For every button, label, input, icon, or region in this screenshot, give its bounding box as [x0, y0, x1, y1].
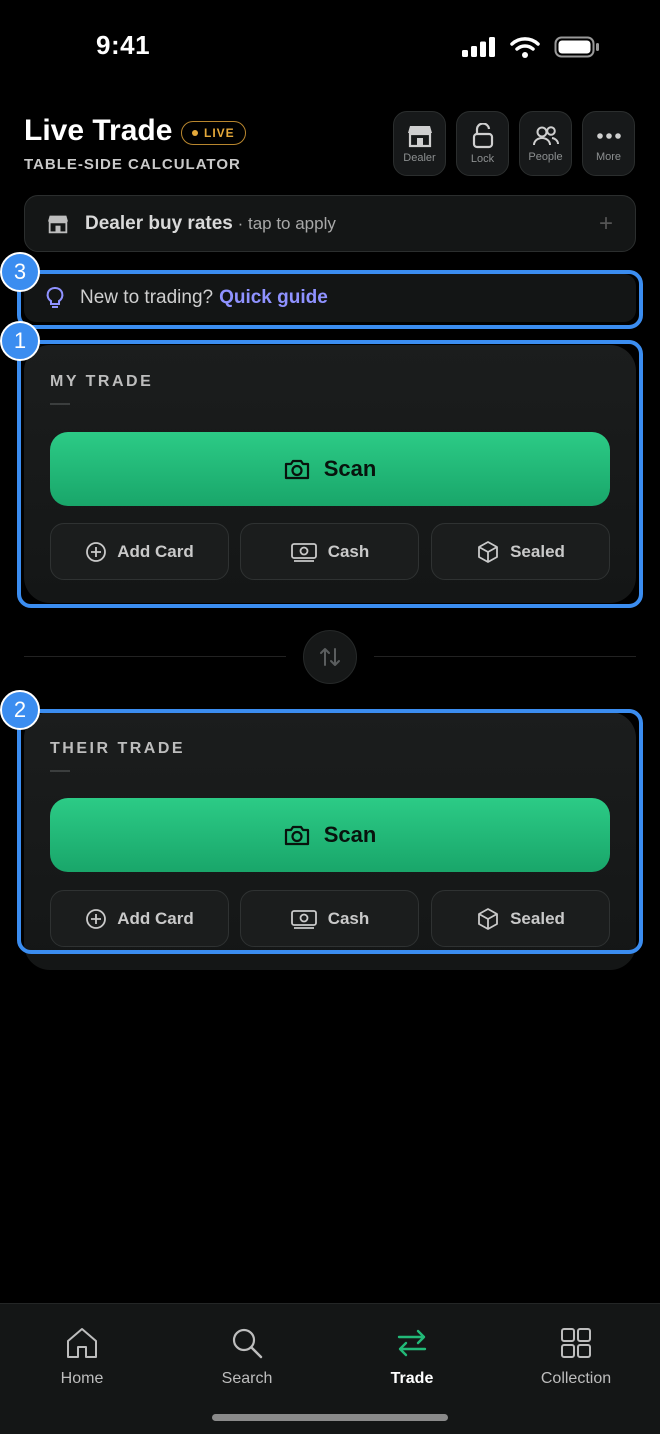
signal-icon [462, 37, 495, 57]
dealer-button-label: Dealer [403, 151, 436, 164]
tab-home-label: Home [60, 1370, 104, 1387]
tab-search[interactable]: Search [187, 1326, 307, 1388]
live-badge: LIVE [181, 121, 246, 145]
dealer-rates-hint: tap to apply [247, 213, 336, 233]
home-indicator[interactable] [212, 1414, 448, 1421]
dealer-rates-bar[interactable]: Dealer buy rates · tap to apply + [24, 195, 636, 252]
page-subtitle: TABLE-SIDE CALCULATOR [24, 156, 241, 173]
live-dot [192, 130, 198, 136]
divider-right [374, 656, 636, 657]
divider-left [24, 656, 286, 657]
swap-sides-button[interactable] [303, 630, 357, 684]
people-button[interactable]: People [519, 111, 572, 176]
page-title: Live Trade [24, 114, 173, 147]
trade-arrows-icon [397, 1329, 427, 1357]
search-icon [232, 1328, 263, 1359]
annotation-highlight-1 [17, 340, 643, 608]
dealer-button[interactable]: Dealer [393, 111, 446, 176]
more-button-label: More [595, 150, 622, 163]
annotation-highlight-3 [17, 270, 643, 329]
store-icon [48, 215, 68, 233]
swap-vertical-icon [320, 648, 340, 666]
annotation-highlight-2 [17, 709, 643, 954]
lock-button-label: Lock [470, 152, 495, 165]
live-badge-label: LIVE [204, 126, 235, 140]
tab-trade[interactable]: Trade [352, 1326, 472, 1388]
annotation-badge-2: 2 [0, 690, 40, 730]
status-icons [462, 36, 600, 58]
status-time: 9:41 [96, 30, 151, 60]
people-icon [532, 125, 559, 145]
more-button[interactable]: More [582, 111, 635, 176]
battery-icon [554, 36, 599, 58]
annotation-badge-3: 3 [0, 252, 40, 292]
add-rate-button[interactable]: + [599, 210, 613, 238]
lock-button[interactable]: Lock [456, 111, 509, 176]
home-icon [67, 1328, 97, 1358]
more-icon [596, 132, 621, 139]
tab-collection-label: Collection [540, 1370, 612, 1387]
tab-trade-label: Trade [390, 1370, 434, 1387]
people-button-label: People [528, 150, 563, 163]
tab-home[interactable]: Home [22, 1326, 142, 1388]
tab-search-label: Search [221, 1370, 273, 1387]
annotation-badge-1: 1 [0, 321, 40, 361]
dealer-rates-text: Dealer buy rates · tap to apply [85, 213, 336, 235]
dealer-rates-title: Dealer buy rates [85, 212, 233, 234]
unlock-icon [472, 122, 493, 148]
dealer-rates-separator: · [232, 213, 248, 233]
grid-icon [561, 1328, 591, 1358]
wifi-icon [510, 37, 540, 58]
tab-collection[interactable]: Collection [516, 1326, 636, 1388]
store-icon [407, 125, 432, 147]
